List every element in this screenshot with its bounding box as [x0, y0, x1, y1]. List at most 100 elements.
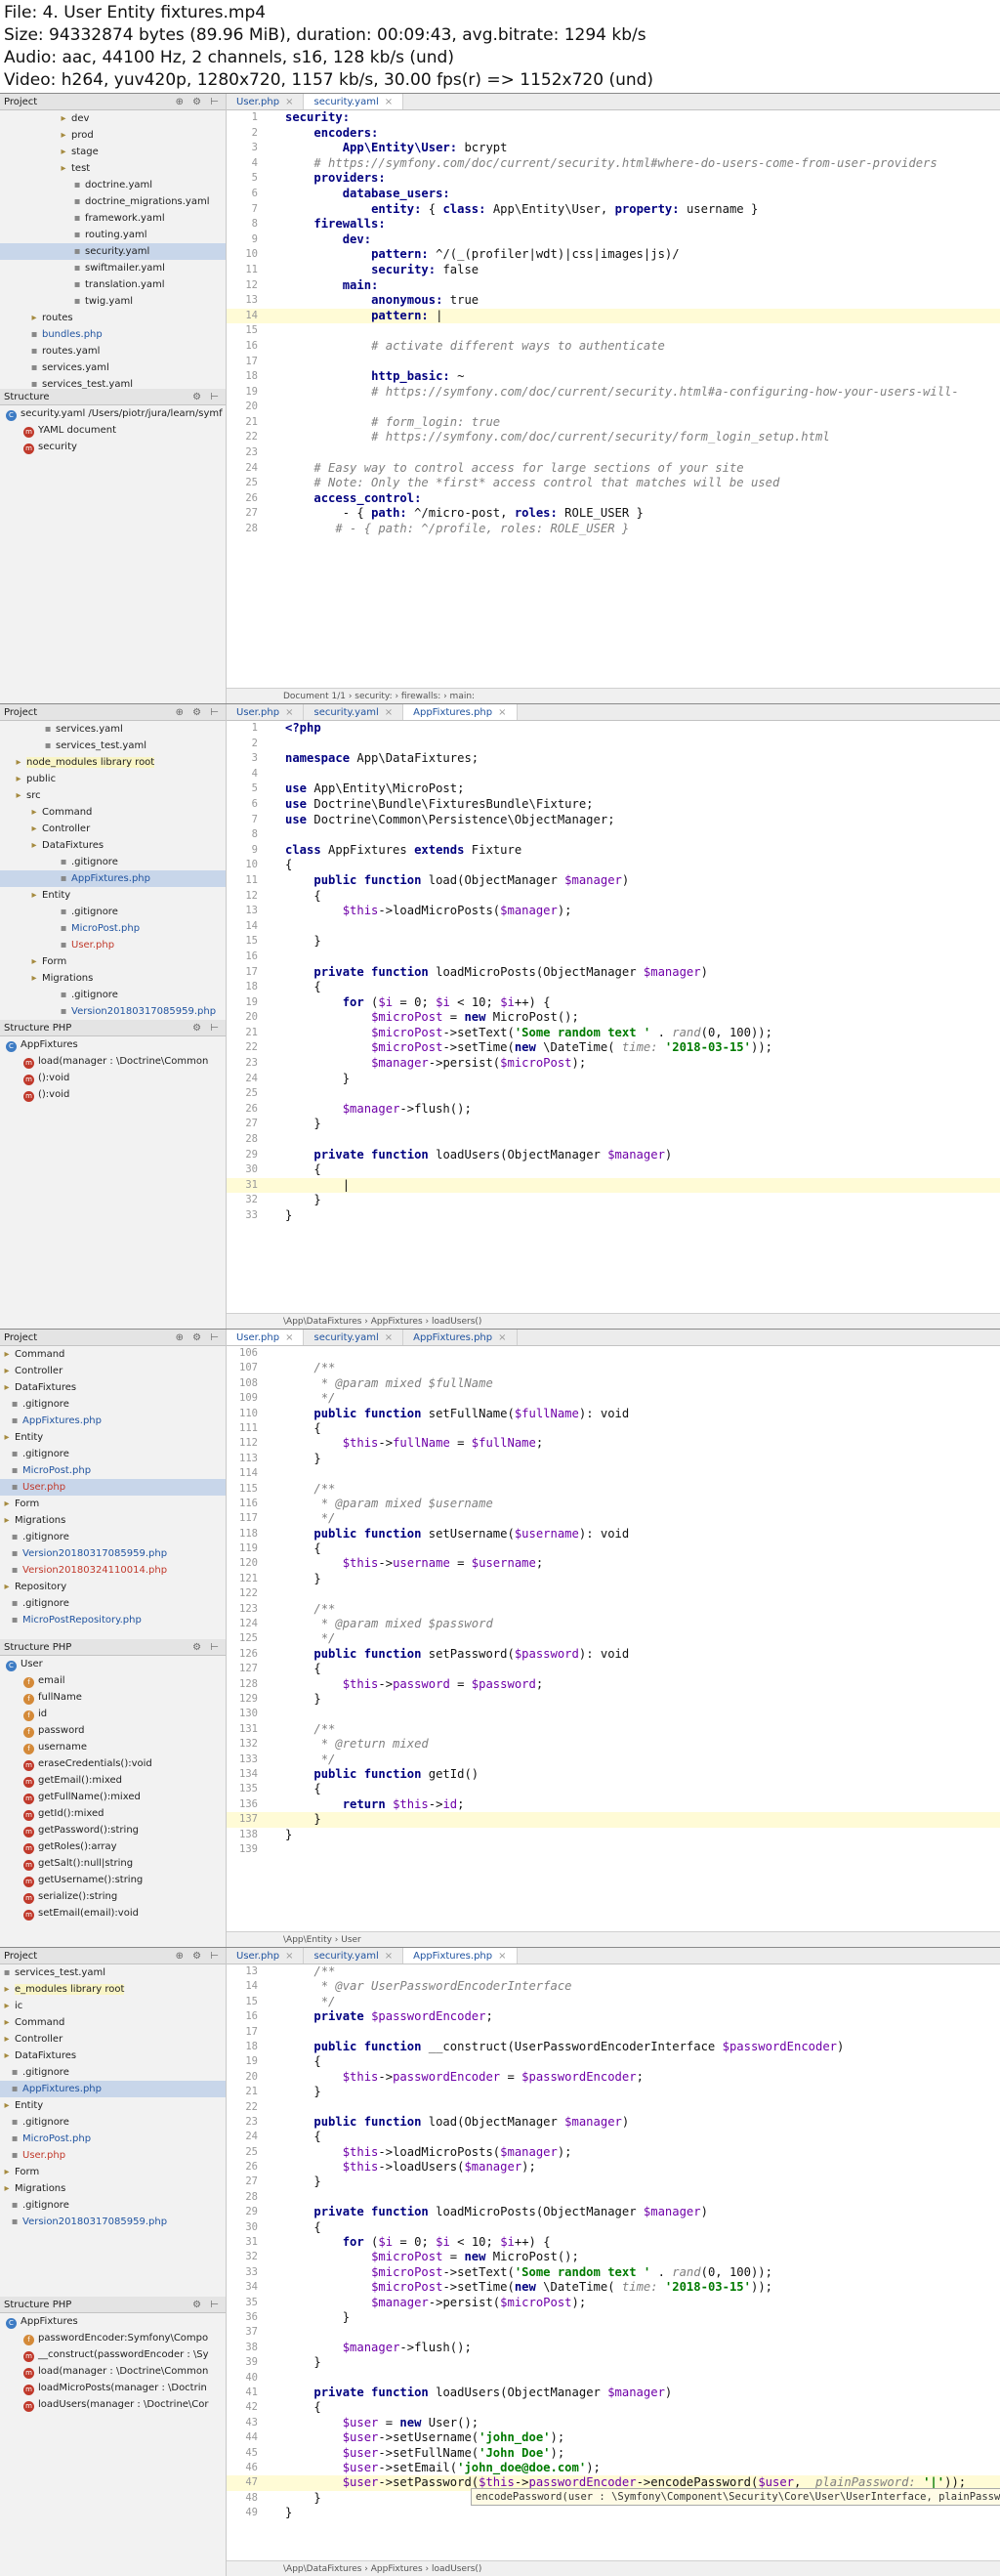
tree-item[interactable]: ▸ Repository [0, 1579, 226, 1595]
structure-item[interactable]: C User [0, 1656, 226, 1672]
code-line[interactable]: 19 for ($i = 0; $i < 10; $i++) { [227, 995, 1000, 1011]
structure-item[interactable]: m serialize():string [0, 1888, 226, 1905]
tree-item[interactable]: ▪ .gitignore [0, 1446, 226, 1462]
code-editor[interactable]: User.php × security.yaml × AppFixtures.php × … [227, 704, 1000, 1329]
code-line[interactable]: 38 $manager->flush(); [227, 2341, 1000, 2355]
code-line[interactable]: 3 namespace App\DataFixtures; [227, 751, 1000, 767]
code-line[interactable]: 32 } [227, 1193, 1000, 1208]
code-line[interactable]: 37 [227, 2325, 1000, 2340]
code-line[interactable]: 21 } [227, 2085, 1000, 2099]
tree-item[interactable]: ▸ Form [0, 1496, 226, 1512]
code-line[interactable]: 29 private function loadMicroPosts(Objec… [227, 2205, 1000, 2219]
code-line[interactable]: 7 entity: { class: App\Entity\User, prop… [227, 202, 1000, 218]
structure-item[interactable]: m setEmail(email):void [0, 1905, 226, 1921]
tree-item[interactable]: ▸ e_modules library root [0, 1981, 226, 1998]
tree-item[interactable]: ▪ .gitignore [0, 1529, 226, 1545]
project-toolbar[interactable]: Project ⊕ ⚙ ⊢ [0, 94, 226, 110]
editor-tab[interactable]: security.yaml × [304, 704, 404, 720]
code-line[interactable]: 135 { [227, 1782, 1000, 1796]
tree-item[interactable]: ▪ doctrine.yaml [0, 177, 226, 193]
tree-item[interactable]: ▪ .gitignore [0, 854, 226, 870]
tree-item[interactable]: ▪ swiftmailer.yaml [0, 260, 226, 276]
code-line[interactable]: 44 $user->setUsername('john_doe'); [227, 2430, 1000, 2445]
code-line[interactable]: 107 /** [227, 1361, 1000, 1375]
code-line[interactable]: 15 */ [227, 1995, 1000, 2009]
code-line[interactable]: 114 [227, 1466, 1000, 1481]
code-line[interactable]: 109 */ [227, 1391, 1000, 1406]
code-area[interactable]: 13 /** 14 * @var UserPasswordEncoderInter… [227, 1964, 1000, 2520]
tree-item[interactable]: ▸ DataFixtures [0, 1379, 226, 1396]
code-line[interactable]: 46 $user->setEmail('john_doe@doe.com'); [227, 2461, 1000, 2475]
tree-item[interactable]: ▸ public [0, 771, 226, 787]
tree-item[interactable]: ▸ Migrations [0, 2180, 226, 2197]
tree-item[interactable]: ▪ services_test.yaml [0, 1964, 226, 1981]
code-line[interactable]: 27 } [227, 1117, 1000, 1132]
tree-item[interactable]: ▸ Controller [0, 1363, 226, 1379]
structure-item[interactable]: m eraseCredentials():void [0, 1755, 226, 1772]
code-line[interactable]: 131 /** [227, 1722, 1000, 1737]
tree-item[interactable]: ▪ .gitignore [0, 987, 226, 1003]
code-line[interactable]: 120 $this->username = $username; [227, 1556, 1000, 1571]
tree-item[interactable]: ▸ dev [0, 110, 226, 127]
code-line[interactable]: 117 */ [227, 1511, 1000, 1526]
structure-item[interactable]: m getFullName():mixed [0, 1789, 226, 1805]
code-line[interactable]: 11 security: false [227, 263, 1000, 278]
code-line[interactable]: 10 pattern: ^/(_(profiler|wdt)|css|image… [227, 247, 1000, 263]
close-icon[interactable]: × [498, 1332, 506, 1343]
code-line[interactable]: 33 $microPost->setText('Some random text… [227, 2265, 1000, 2280]
code-line[interactable]: 5 providers: [227, 171, 1000, 187]
structure-item[interactable]: m getUsername():string [0, 1872, 226, 1888]
code-line[interactable]: 139 [227, 1842, 1000, 1857]
gear-icon[interactable]: ⚙ ⊢ [192, 2300, 222, 2310]
code-line[interactable]: 24 { [227, 2130, 1000, 2144]
close-icon[interactable]: × [498, 707, 506, 718]
code-line[interactable]: 36 } [227, 2310, 1000, 2325]
close-icon[interactable]: × [385, 1951, 393, 1962]
code-line[interactable]: 7 use Doctrine\Common\Persistence\ObjectM… [227, 813, 1000, 828]
structure-item[interactable]: Csecurity.yaml /Users/piotr/jura/learn/s… [0, 405, 226, 422]
editor-tab[interactable]: security.yaml × [304, 1330, 404, 1345]
code-line[interactable]: 42 { [227, 2400, 1000, 2415]
code-line[interactable]: 27 - { path: ^/micro-post, roles: ROLE_U… [227, 506, 1000, 522]
code-line[interactable]: 9 class AppFixtures extends Fixture [227, 843, 1000, 859]
tree-item[interactable]: ▸ Controller [0, 821, 226, 837]
gear-icon[interactable]: ⊕ ⚙ ⊢ [176, 1332, 222, 1343]
structure-item[interactable]: m getId():mixed [0, 1805, 226, 1822]
code-line[interactable]: 15 [227, 323, 1000, 339]
code-line[interactable]: 16 private $passwordEncoder; [227, 2009, 1000, 2024]
tree-item[interactable]: ▪ .gitignore [0, 2114, 226, 2131]
structure-item[interactable]: m YAML document [0, 422, 226, 439]
structure-toolbar[interactable]: Structure PHP ⚙ ⊢ [0, 1639, 226, 1656]
structure-item[interactable]: C AppFixtures [0, 1036, 226, 1053]
tree-item[interactable]: ▸ Migrations [0, 1512, 226, 1529]
editor-tab[interactable]: AppFixtures.php × [403, 1330, 518, 1345]
structure-item[interactable]: m ():void [0, 1070, 226, 1086]
tree-item[interactable]: ▸ Entity [0, 887, 226, 904]
code-area[interactable]: 1 security: 2 encoders: 3 App\Entity\User: … [227, 110, 1000, 537]
code-line[interactable]: 119 { [227, 1541, 1000, 1556]
code-line[interactable]: 19 # https://symfony.com/doc/current/sec… [227, 385, 1000, 401]
code-line[interactable]: 123 /** [227, 1602, 1000, 1617]
structure-toolbar[interactable]: Structure PHP ⚙ ⊢ [0, 2297, 226, 2313]
structure-item[interactable]: m getPassword():string [0, 1822, 226, 1838]
gear-icon[interactable]: ⚙ ⊢ [192, 1023, 222, 1034]
gear-icon[interactable]: ⊕ ⚙ ⊢ [176, 97, 222, 107]
structure-item[interactable]: m getEmail():mixed [0, 1772, 226, 1789]
code-line[interactable]: 41 private function loadUsers(ObjectMana… [227, 2386, 1000, 2400]
code-line[interactable]: 33} [227, 1208, 1000, 1224]
code-line[interactable]: 15 } [227, 934, 1000, 950]
structure-item[interactable]: f username [0, 1739, 226, 1755]
tree-item[interactable]: ▪ MicroPostRepository.php [0, 1612, 226, 1628]
code-line[interactable]: 32 $microPost = new MicroPost(); [227, 2250, 1000, 2264]
code-line[interactable]: 16 [227, 950, 1000, 965]
code-line[interactable]: 1 security: [227, 110, 1000, 126]
gear-icon[interactable]: ⊕ ⚙ ⊢ [176, 707, 222, 718]
close-icon[interactable]: × [285, 1332, 293, 1343]
code-line[interactable]: 122 [227, 1586, 1000, 1601]
editor-tab[interactable]: User.php × [227, 94, 305, 109]
code-line[interactable]: 28 [227, 1132, 1000, 1148]
code-line[interactable]: 3 App\Entity\User: bcrypt [227, 141, 1000, 156]
code-line[interactable]: 20 [227, 400, 1000, 415]
code-line[interactable]: 43 $user = new User(); [227, 2416, 1000, 2430]
tree-item[interactable]: ▪ .gitignore [0, 2197, 226, 2214]
